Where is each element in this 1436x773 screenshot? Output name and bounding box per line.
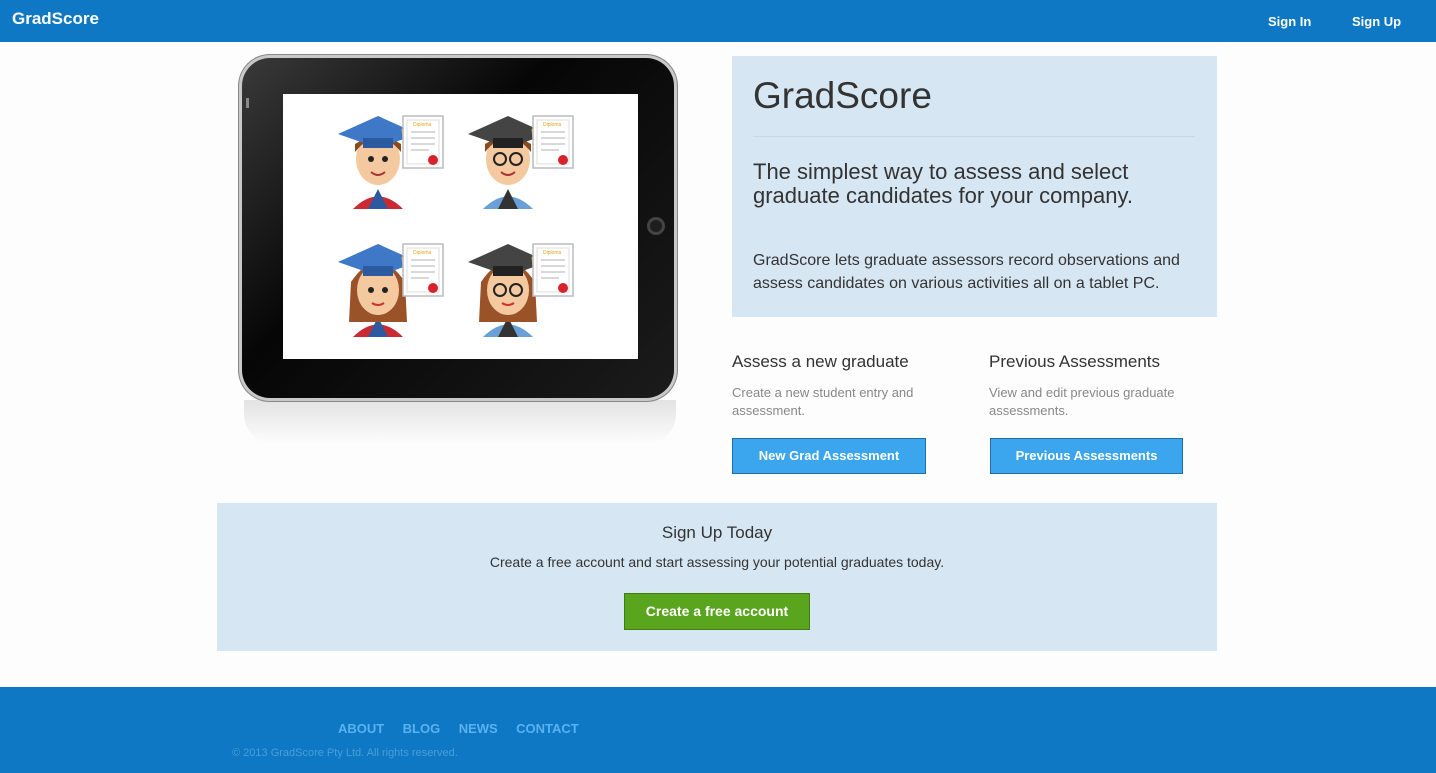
hero-description: GradScore lets graduate assessors record… bbox=[753, 252, 1180, 292]
graduate-boy-2: Diploma bbox=[468, 115, 574, 209]
tablet-home-button-icon bbox=[647, 217, 665, 235]
hero-title: GradScore bbox=[753, 75, 932, 116]
hero-tagline: The simplest way to assess and select gr… bbox=[753, 159, 1133, 208]
sign-up-link[interactable]: Sign Up bbox=[1352, 14, 1401, 29]
signup-panel: Sign Up Today Create a free account and … bbox=[217, 503, 1217, 651]
assess-new-text: Create a new student entry and assessmen… bbox=[732, 385, 914, 418]
sign-in-link[interactable]: Sign In bbox=[1268, 14, 1311, 29]
assess-new-heading: Assess a new graduate bbox=[732, 352, 909, 371]
brand-logo[interactable]: GradScore bbox=[12, 9, 99, 29]
copyright-text: © 2013 GradScore Pty Ltd. All rights res… bbox=[232, 747, 458, 759]
tablet-screen: Diploma Diploma Diploma Diploma bbox=[283, 94, 638, 359]
graduate-girl-1: Diploma bbox=[338, 243, 444, 337]
graduates-illustration: Diploma Diploma Diploma Diploma bbox=[338, 115, 574, 337]
hero-divider bbox=[753, 136, 1195, 137]
tablet-device: Diploma Diploma Diploma Diploma bbox=[242, 58, 674, 398]
tablet-side-switch bbox=[246, 98, 249, 108]
diploma-label-3: Diploma bbox=[413, 250, 432, 256]
diploma-label-4: Diploma bbox=[543, 250, 562, 256]
previous-assessments-button[interactable]: Previous Assessments bbox=[990, 438, 1183, 474]
new-grad-assessment-button[interactable]: New Grad Assessment bbox=[732, 438, 926, 474]
tablet-reflection bbox=[244, 400, 676, 444]
previous-assessments-text: View and edit previous graduate assessme… bbox=[989, 385, 1175, 418]
signup-heading: Sign Up Today bbox=[661, 523, 773, 542]
footer-link-about[interactable]: ABOUT bbox=[338, 721, 384, 736]
graduate-boy-1: Diploma bbox=[338, 115, 444, 209]
footer-link-contact[interactable]: CONTACT bbox=[516, 721, 579, 736]
tablet-illustration: Diploma Diploma Diploma Diploma bbox=[236, 56, 680, 444]
diploma-label-1: Diploma bbox=[413, 122, 432, 128]
assess-new-graduate-section: Assess a new graduate Create a new stude… bbox=[732, 352, 962, 474]
signup-text: Create a free account and start assessin… bbox=[489, 554, 945, 570]
create-account-button[interactable]: Create a free account bbox=[624, 593, 810, 630]
hero-panel: GradScore The simplest way to assess and… bbox=[732, 56, 1217, 317]
diploma-label-2: Diploma bbox=[543, 122, 562, 128]
previous-assessments-section: Previous Assessments View and edit previ… bbox=[989, 352, 1219, 474]
footer-link-news[interactable]: NEWS bbox=[459, 721, 498, 736]
footer: ABOUT BLOG NEWS CONTACT © 2013 GradScore… bbox=[0, 687, 1436, 773]
top-navbar: GradScore Sign In Sign Up bbox=[0, 0, 1436, 42]
previous-assessments-heading: Previous Assessments bbox=[989, 352, 1161, 371]
footer-link-blog[interactable]: BLOG bbox=[403, 721, 441, 736]
footer-links: ABOUT BLOG NEWS CONTACT bbox=[338, 720, 593, 738]
graduate-girl-2: Diploma bbox=[468, 243, 574, 337]
